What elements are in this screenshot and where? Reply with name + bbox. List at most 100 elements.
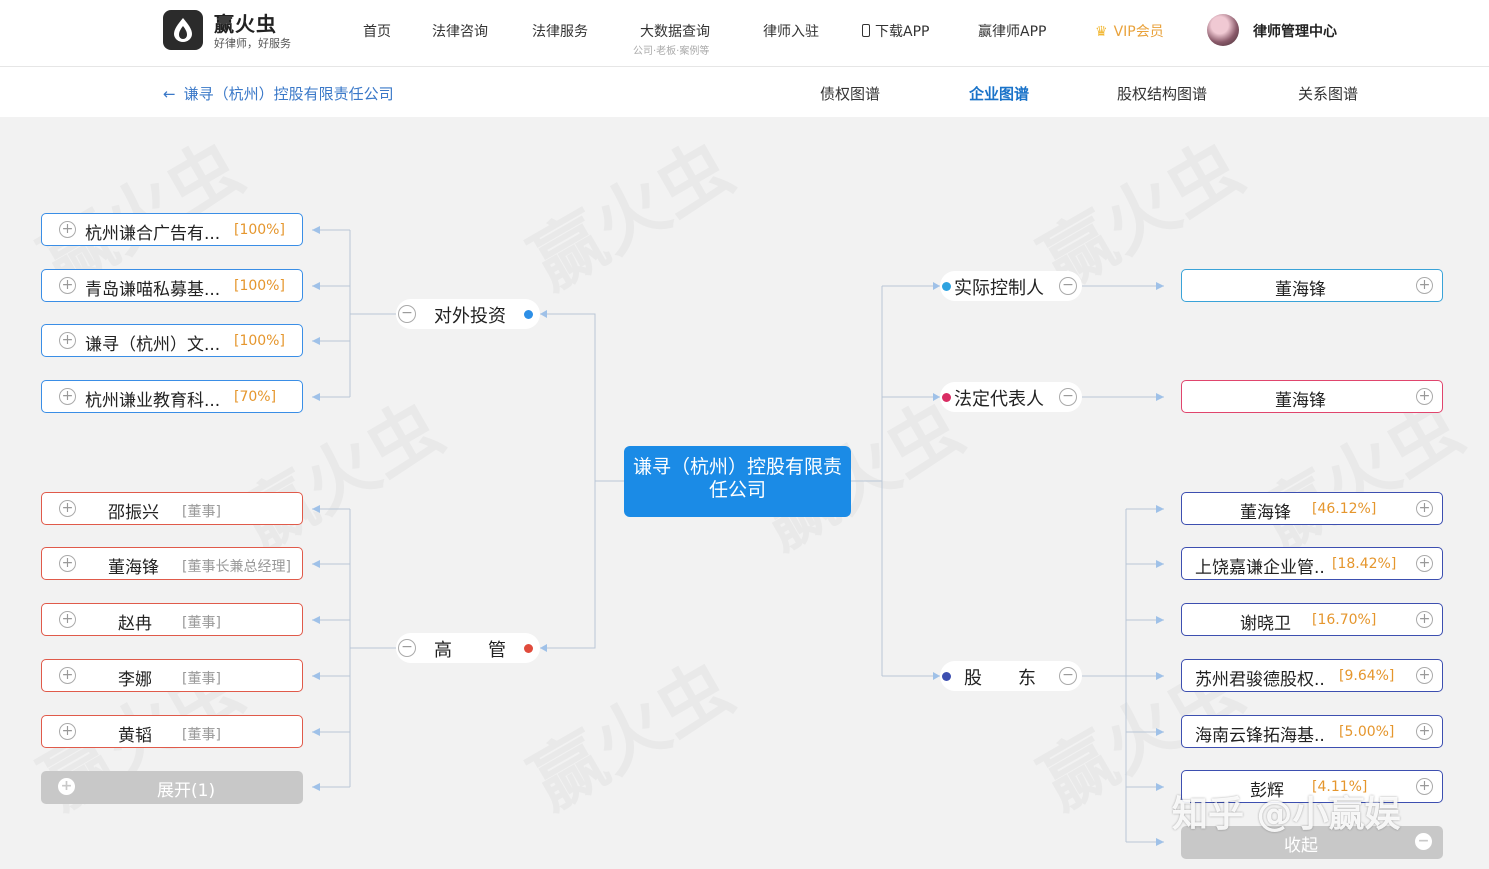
shareholder-name: 董海锋 xyxy=(1240,503,1291,523)
nav-legal-service[interactable]: 法律服务 xyxy=(532,21,588,41)
category-dot-icon xyxy=(524,644,533,653)
expand-plus-icon[interactable]: + xyxy=(1416,555,1433,572)
expand-plus-icon[interactable]: + xyxy=(1416,778,1433,795)
zhihu-watermark: 知乎 @小赢娱 xyxy=(1172,794,1401,835)
category-label: 高 管 xyxy=(434,640,506,661)
expand-plus-icon[interactable]: + xyxy=(59,221,76,238)
nav-win-lawyer-app[interactable]: 赢律师APP xyxy=(978,21,1046,41)
executive-node[interactable]: + 黄韬 [董事] xyxy=(41,715,303,748)
back-company-name: 谦寻（杭州）控股有限责任公司 xyxy=(183,85,394,103)
graph-canvas[interactable]: 赢火虫 赢火虫 赢火虫 赢火虫 赢火虫 赢火虫 赢火虫 赢火虫 赢火虫 xyxy=(0,117,1489,869)
investment-name: 谦寻（杭州）文... xyxy=(85,335,221,355)
expand-plus-icon[interactable]: + xyxy=(1416,667,1433,684)
crown-icon: ♛ xyxy=(1095,24,1108,40)
legal-rep-name: 董海锋 xyxy=(1275,391,1326,411)
investment-node[interactable]: + 杭州谦合广告有... [100%] xyxy=(41,213,303,246)
collapse-minus-icon[interactable]: − xyxy=(1059,277,1077,295)
phone-icon xyxy=(862,24,870,37)
collapse-minus-icon[interactable]: − xyxy=(398,305,416,323)
controller-node[interactable]: 董海锋 + xyxy=(1181,269,1443,302)
nav-vip[interactable]: ♛ VIP会员 xyxy=(1095,21,1164,41)
expand-plus-icon[interactable]: + xyxy=(1416,277,1433,294)
shareholder-node[interactable]: 海南云锋拓海基.. [5.00%] + xyxy=(1181,715,1443,748)
graph-tab-bar: ← 谦寻（杭州）控股有限责任公司 债权图谱 企业图谱 股权结构图谱 关系图谱 xyxy=(0,67,1489,117)
shareholder-name: 苏州君骏德股权.. xyxy=(1195,670,1325,690)
executive-node[interactable]: + 董海锋 [董事长兼总经理] xyxy=(41,547,303,580)
investment-name: 杭州谦合广告有... xyxy=(85,224,221,244)
back-link[interactable]: ← 谦寻（杭州）控股有限责任公司 xyxy=(163,83,394,104)
nav-lawyer-join[interactable]: 律师入驻 xyxy=(763,21,819,41)
executive-name: 董海锋 xyxy=(108,558,159,578)
collapse-minus-icon[interactable]: − xyxy=(398,639,416,657)
shareholder-percent: [5.00%] xyxy=(1339,724,1395,740)
executive-role: [董事] xyxy=(182,615,221,631)
expand-plus-icon[interactable]: + xyxy=(1416,388,1433,405)
category-executives: − 高 管 xyxy=(396,633,540,663)
shareholder-percent: [16.70%] xyxy=(1312,612,1377,628)
expand-plus-icon[interactable]: + xyxy=(59,500,76,517)
category-label: 对外投资 xyxy=(434,306,506,327)
legal-rep-node[interactable]: 董海锋 + xyxy=(1181,380,1443,413)
investment-node[interactable]: + 谦寻（杭州）文... [100%] xyxy=(41,324,303,357)
expand-plus-icon[interactable]: + xyxy=(59,723,76,740)
expand-label: 展开(1) xyxy=(157,781,216,801)
user-avatar[interactable] xyxy=(1207,14,1239,46)
shareholder-name: 上饶嘉谦企业管.. xyxy=(1195,558,1325,578)
nav-legal-consult[interactable]: 法律咨询 xyxy=(432,21,488,41)
category-actual-controller: 实际控制人 − xyxy=(940,271,1082,301)
category-legal-representative: 法定代表人 − xyxy=(940,382,1082,412)
expand-plus-icon[interactable]: + xyxy=(59,277,76,294)
category-dot-icon xyxy=(942,672,951,681)
category-dot-icon xyxy=(942,393,951,402)
executive-node[interactable]: + 李娜 [董事] xyxy=(41,659,303,692)
expand-plus-icon[interactable]: + xyxy=(59,667,76,684)
executive-name: 邵振兴 xyxy=(108,503,159,523)
nav-home[interactable]: 首页 xyxy=(363,21,391,41)
executive-node[interactable]: + 邵振兴 [董事] xyxy=(41,492,303,525)
brand-logo-icon[interactable] xyxy=(163,10,203,50)
shareholder-percent: [18.42%] xyxy=(1332,556,1397,572)
executive-name: 李娜 xyxy=(118,670,152,690)
expand-plus-icon[interactable]: + xyxy=(59,332,76,349)
investment-node[interactable]: + 青岛谦喵私募基... [100%] xyxy=(41,269,303,302)
expand-plus-icon[interactable]: + xyxy=(59,611,76,628)
executive-role: [董事] xyxy=(182,671,221,687)
executive-role: [董事] xyxy=(182,727,221,743)
expand-plus-icon[interactable]: + xyxy=(59,555,76,572)
investment-node[interactable]: + 杭州谦业教育科... [70%] xyxy=(41,380,303,413)
expand-plus-icon[interactable]: + xyxy=(1416,723,1433,740)
nav-download-label: 下载APP xyxy=(875,24,930,40)
shareholder-node[interactable]: 苏州君骏德股权.. [9.64%] + xyxy=(1181,659,1443,692)
tab-equity-structure-graph[interactable]: 股权结构图谱 xyxy=(1117,83,1207,104)
shareholder-node[interactable]: 上饶嘉谦企业管.. [18.42%] + xyxy=(1181,547,1443,580)
shareholder-node[interactable]: 董海锋 [46.12%] + xyxy=(1181,492,1443,525)
executive-node[interactable]: + 赵冉 [董事] xyxy=(41,603,303,636)
investment-percent: [100%] xyxy=(234,278,285,294)
collapse-minus-icon[interactable]: − xyxy=(1059,388,1077,406)
shareholder-node[interactable]: 谢晓卫 [16.70%] + xyxy=(1181,603,1443,636)
investment-name: 青岛谦喵私募基... xyxy=(85,280,221,300)
category-dot-icon xyxy=(942,282,951,291)
shareholder-percent: [9.64%] xyxy=(1339,668,1395,684)
executive-name: 黄韬 xyxy=(118,726,152,746)
nav-bigdata[interactable]: 大数据查询 xyxy=(640,21,710,41)
expand-plus-icon[interactable]: + xyxy=(1416,611,1433,628)
category-label: 法定代表人 xyxy=(954,389,1044,410)
arrow-left-icon: ← xyxy=(163,85,176,103)
brand-name[interactable]: 赢火虫 xyxy=(214,8,277,37)
tab-debt-graph[interactable]: 债权图谱 xyxy=(820,83,880,104)
investment-percent: [100%] xyxy=(234,333,285,349)
center-company-node[interactable]: 谦寻（杭州）控股有限责任公司 xyxy=(624,446,851,517)
top-navigation: 赢火虫 好律师，好服务 首页 法律咨询 法律服务 大数据查询 公司·老板·案例等… xyxy=(0,0,1489,67)
lawyer-management-center[interactable]: 律师管理中心 xyxy=(1253,21,1337,41)
collapse-minus-icon[interactable]: − xyxy=(1059,667,1077,685)
expand-plus-icon[interactable]: + xyxy=(1416,500,1433,517)
nav-download-app[interactable]: 下载APP xyxy=(862,21,929,41)
expand-plus-icon[interactable]: + xyxy=(59,388,76,405)
expand-button[interactable]: + 展开(1) xyxy=(41,771,303,804)
tab-relationship-graph[interactable]: 关系图谱 xyxy=(1298,83,1358,104)
category-label: 股 东 xyxy=(964,668,1036,689)
nav-bigdata-subtitle: 公司·老板·案例等 xyxy=(633,46,710,57)
category-dot-icon xyxy=(524,310,533,319)
tab-enterprise-graph[interactable]: 企业图谱 xyxy=(969,83,1029,104)
